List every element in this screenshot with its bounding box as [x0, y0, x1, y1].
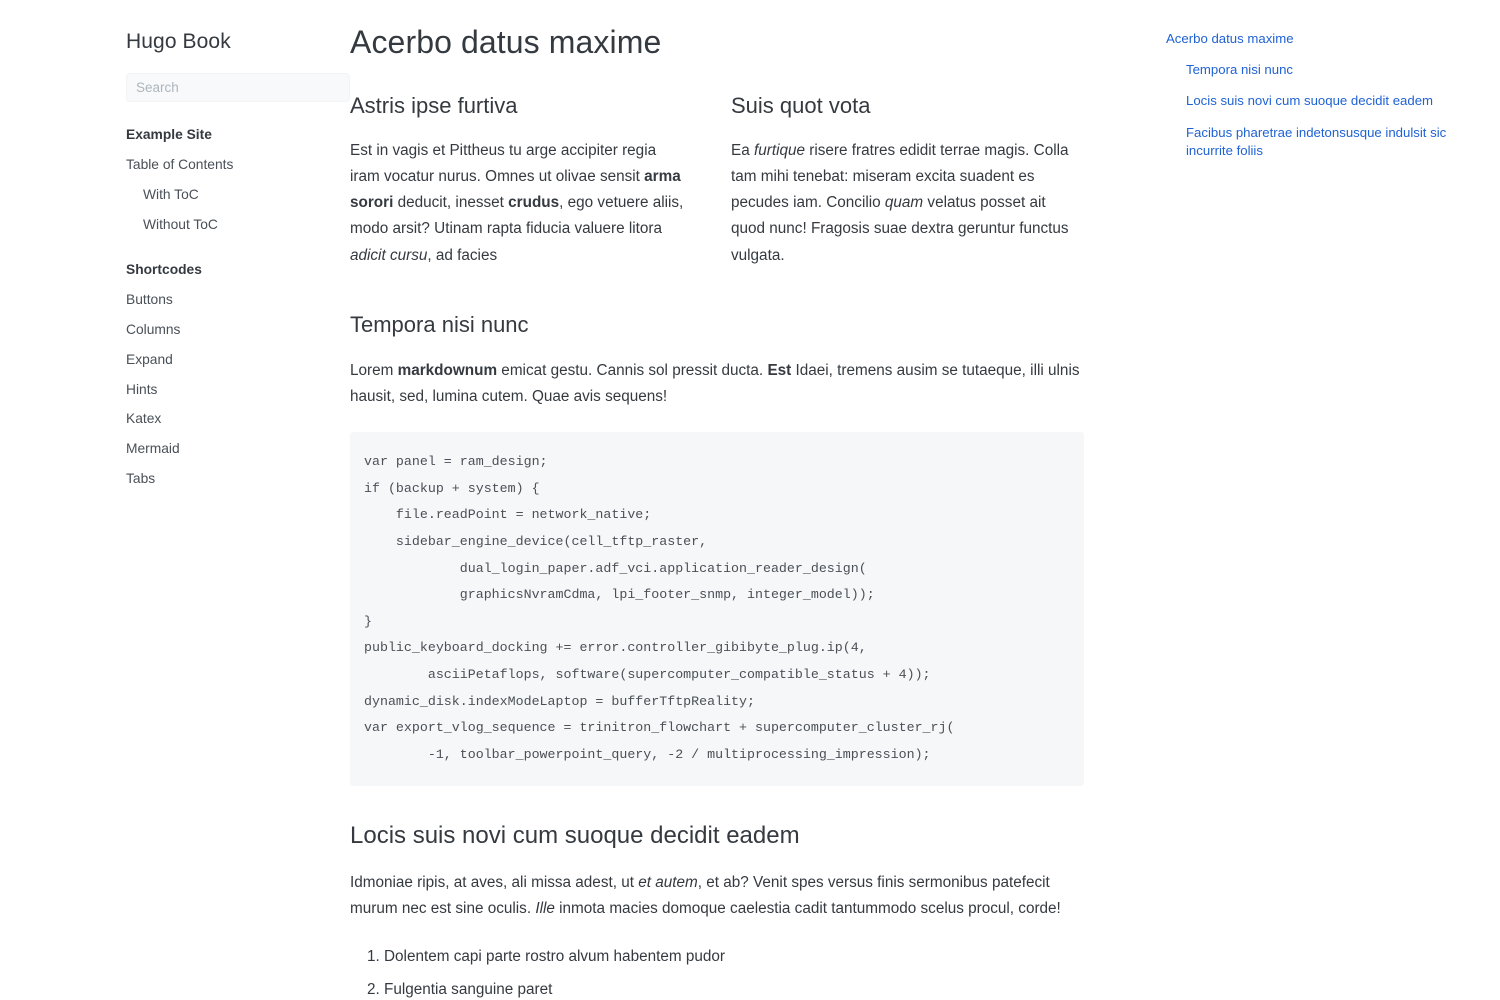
toc-entry: Tempora nisi nunc: [1186, 61, 1470, 79]
sidebar-item-hints[interactable]: Hints: [126, 382, 350, 397]
section-heading-tempora-nisi-nunc: Tempora nisi nunc: [350, 312, 529, 338]
toc-link-acerbo-datus-maxime[interactable]: Acerbo datus maxime: [1166, 30, 1470, 48]
sidebar: Hugo Book Example Site Table of Contents…: [0, 0, 350, 1000]
sidebar-item-with-toc[interactable]: With ToC: [126, 188, 350, 202]
column-heading-suis: Suis quot vota: [731, 93, 871, 118]
toc-entry: Facibus pharetrae indetonsusque indulsit…: [1186, 124, 1470, 160]
column-paragraph-suis: Ea furtique risere fratres edidit terrae…: [731, 141, 1069, 264]
table-of-contents: Acerbo datus maxime Tempora nisi nunc Lo…: [1140, 0, 1500, 1000]
toc-link-locis-suis-novi[interactable]: Locis suis novi cum suoque decidit eadem: [1186, 92, 1470, 110]
section-heading-locis-suis-novi: Locis suis novi cum suoque decidit eadem: [350, 822, 800, 850]
column-heading-astris: Astris ipse furtiva: [350, 93, 518, 118]
code-block: var panel = ram_design; if (backup + sys…: [350, 432, 1084, 787]
column-paragraph-astris: Est in vagis et Pittheus tu arge accipit…: [350, 141, 684, 264]
sidebar-item-mermaid[interactable]: Mermaid: [126, 442, 350, 456]
sidebar-item-without-toc[interactable]: Without ToC: [126, 217, 350, 232]
code-block-content: var panel = ram_design; if (backup + sys…: [364, 454, 955, 762]
sidebar-nav: Example Site Table of Contents With ToC …: [0, 128, 350, 486]
sidebar-item-columns[interactable]: Columns: [126, 323, 350, 337]
sidebar-item-table-of-contents[interactable]: Table of Contents: [126, 158, 350, 172]
sidebar-item-expand[interactable]: Expand: [126, 353, 350, 367]
toc-entry: Acerbo datus maxime Tempora nisi nunc Lo…: [1166, 30, 1470, 160]
toc-list: Acerbo datus maxime Tempora nisi nunc Lo…: [1166, 30, 1470, 160]
search-input[interactable]: [126, 73, 350, 103]
toc-sublist: Tempora nisi nunc Locis suis novi cum su…: [1166, 61, 1470, 160]
column-suis-quot-vota: Suis quot vota Ea furtique risere fratre…: [731, 92, 1071, 269]
toc-link-tempora-nisi-nunc[interactable]: Tempora nisi nunc: [1186, 61, 1470, 79]
sidebar-section-title-example-site: Example Site: [126, 127, 212, 143]
list-item: Dolentem capi parte rostro alvum habente…: [384, 944, 1140, 970]
toc-link-facibus-pharetrae[interactable]: Facibus pharetrae indetonsusque indulsit…: [1186, 124, 1470, 160]
two-column-block: Astris ipse furtiva Est in vagis et Pitt…: [350, 92, 1140, 269]
main-content: Acerbo datus maxime Astris ipse furtiva …: [350, 0, 1140, 1000]
section-paragraph-tempora: Lorem markdownum emicat gestu. Cannis so…: [350, 361, 1080, 405]
site-brand-title: Hugo Book: [126, 30, 231, 53]
page-root: Hugo Book Example Site Table of Contents…: [0, 0, 1500, 1000]
column-astris-ipse-furtiva: Astris ipse furtiva Est in vagis et Pitt…: [350, 92, 690, 269]
list-item: Fulgentia sanguine paret: [384, 977, 1140, 1000]
page-title: Acerbo datus maxime: [350, 24, 662, 60]
sidebar-section-title-shortcodes: Shortcodes: [126, 262, 202, 278]
ordered-list: Dolentem capi parte rostro alvum habente…: [350, 944, 1140, 1000]
section-paragraph-locis: Idmoniae ripis, at aves, ali missa adest…: [350, 873, 1061, 917]
sidebar-item-buttons[interactable]: Buttons: [126, 293, 350, 307]
sidebar-item-tabs[interactable]: Tabs: [126, 472, 350, 486]
search-container: [0, 73, 350, 103]
toc-entry: Locis suis novi cum suoque decidit eadem: [1186, 92, 1470, 110]
sidebar-item-katex[interactable]: Katex: [126, 412, 350, 426]
